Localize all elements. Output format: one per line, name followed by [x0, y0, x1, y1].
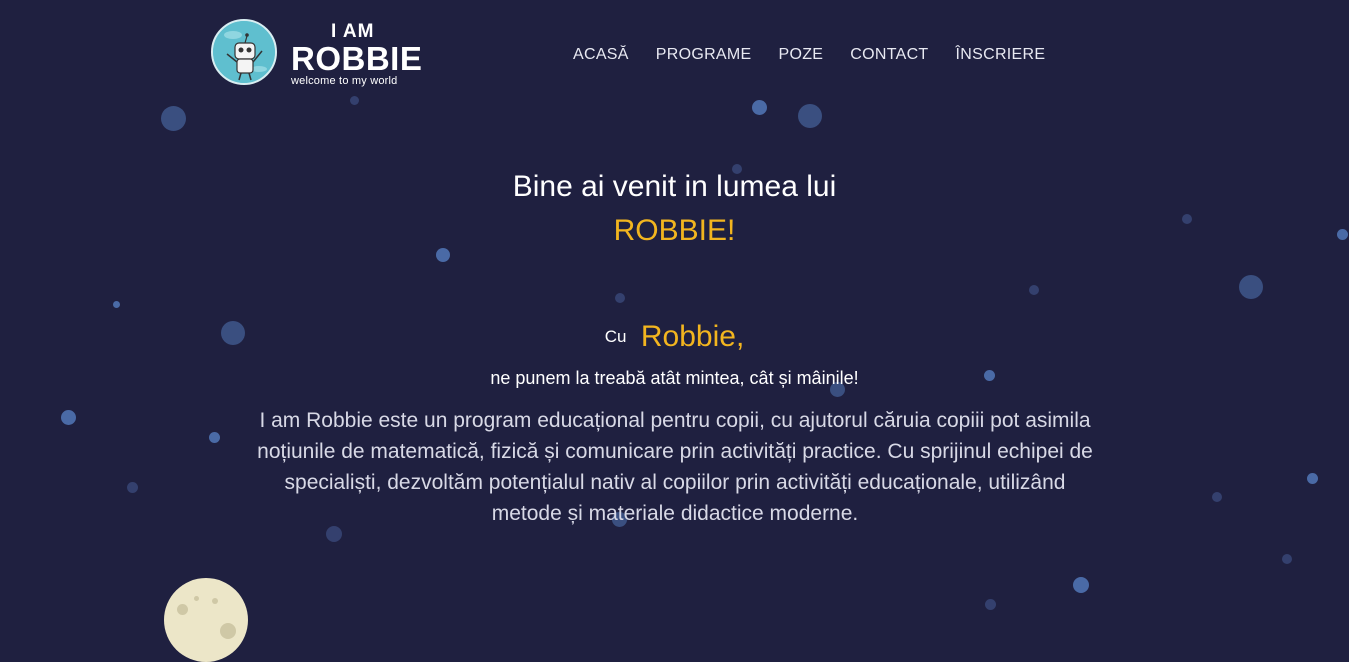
star-dot — [1282, 554, 1292, 564]
star-dot — [752, 100, 767, 115]
intro-robbie-text: Robbie, — [640, 320, 745, 353]
star-dot — [161, 106, 186, 131]
intro-heading: Cu Robbie, — [0, 320, 1349, 354]
star-dot — [1307, 473, 1318, 484]
star-dot — [615, 293, 625, 303]
intro-tagline: ne punem la treabă atât mintea, cât și m… — [490, 368, 859, 388]
main-nav: ACASĂ PROGRAME POZE CONTACT ÎNSCRIERE — [573, 46, 1072, 64]
nav-item-programe[interactable]: PROGRAME — [656, 46, 752, 64]
site-logo[interactable]: I AM ROBBIE welcome to my world — [211, 18, 422, 88]
star-dot — [798, 104, 822, 128]
nav-item-inscriere[interactable]: ÎNSCRIERE — [956, 46, 1046, 64]
star-dot — [1239, 275, 1263, 299]
moon-illustration — [164, 578, 248, 662]
star-dot — [436, 248, 450, 262]
logo-line-1: I AM — [331, 21, 375, 42]
star-dot — [1029, 285, 1039, 295]
moon-crater — [220, 623, 236, 639]
star-dot — [1073, 577, 1089, 593]
star-dot — [113, 301, 120, 308]
moon-crater — [177, 604, 188, 615]
star-dot — [209, 432, 220, 443]
star-dot — [1212, 492, 1222, 502]
nav-item-acasa[interactable]: ACASĂ — [573, 46, 629, 64]
star-dot — [350, 96, 359, 105]
nav-item-contact[interactable]: CONTACT — [850, 46, 928, 64]
hero-robbie-heading: ROBBIE! — [613, 214, 736, 247]
intro-description: I am Robbie este un program educațional … — [257, 409, 1093, 525]
moon-crater — [212, 598, 218, 604]
logo-wordmark: I AM ROBBIE welcome to my world — [291, 22, 422, 87]
nav-item-poze[interactable]: POZE — [779, 46, 824, 64]
moon-crater — [194, 596, 199, 601]
robot-logo-icon — [211, 19, 277, 85]
hero-welcome-heading: Bine ai venit in lumea lui — [512, 170, 837, 203]
logo-tagline: welcome to my world — [291, 75, 398, 87]
star-dot — [61, 410, 76, 425]
star-dot — [985, 599, 996, 610]
intro-cu-text: Cu — [604, 327, 627, 346]
logo-line-2: ROBBIE — [291, 40, 423, 77]
star-dot — [127, 482, 138, 493]
